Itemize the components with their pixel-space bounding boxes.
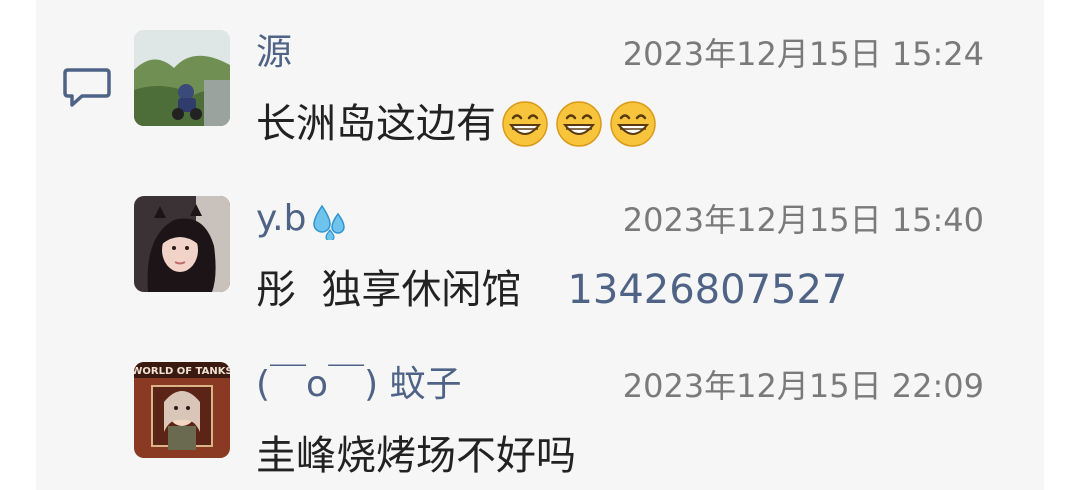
comment-text-content: 圭峰烧烤场不好吗 [256,433,576,479]
grinning-face-icon [556,101,602,147]
username[interactable]: y.b [256,196,348,242]
comment-text-content: 彤 独享休闲馆 [256,267,522,313]
grinning-face-icon [610,101,656,147]
comment-text: 圭峰烧烤场不好吗 [256,428,576,484]
timestamp: 2023年12月15日 15:24 [622,35,984,73]
comment-text: 长洲岛这边有 [256,96,658,152]
phone-number-link[interactable]: 13426807527 [567,262,847,318]
comment-item: WORLD OF TANKS (￣o￣) 蚊子 2023年12月15日 22:0… [134,362,1014,490]
avatar[interactable]: WORLD OF TANKS [134,362,230,458]
timestamp: 2023年12月15日 15:40 [622,201,984,239]
username[interactable]: 源 [256,30,292,76]
timestamp: 2023年12月15日 22:09 [622,367,984,405]
comment-text-content: 长洲岛这边有 [256,101,496,147]
sweat-droplets-icon [313,204,346,240]
avatar[interactable] [134,196,230,292]
comment-text: 彤 独享休闲馆 13426807527 [256,262,847,318]
username-text: y.b [256,198,307,239]
comment-item: 源 2023年12月15日 15:24 长洲岛这边有 [134,30,1014,170]
username[interactable]: (￣o￣) 蚊子 [256,362,462,408]
comment-bubble-icon[interactable] [62,66,112,110]
comment-item: y.b 2023年12月15日 15:40 彤 独享休闲馆 1342680752… [134,196,1014,336]
grinning-face-icon [502,101,548,147]
avatar-caption: WORLD OF TANKS [134,366,230,377]
avatar[interactable] [134,30,230,126]
